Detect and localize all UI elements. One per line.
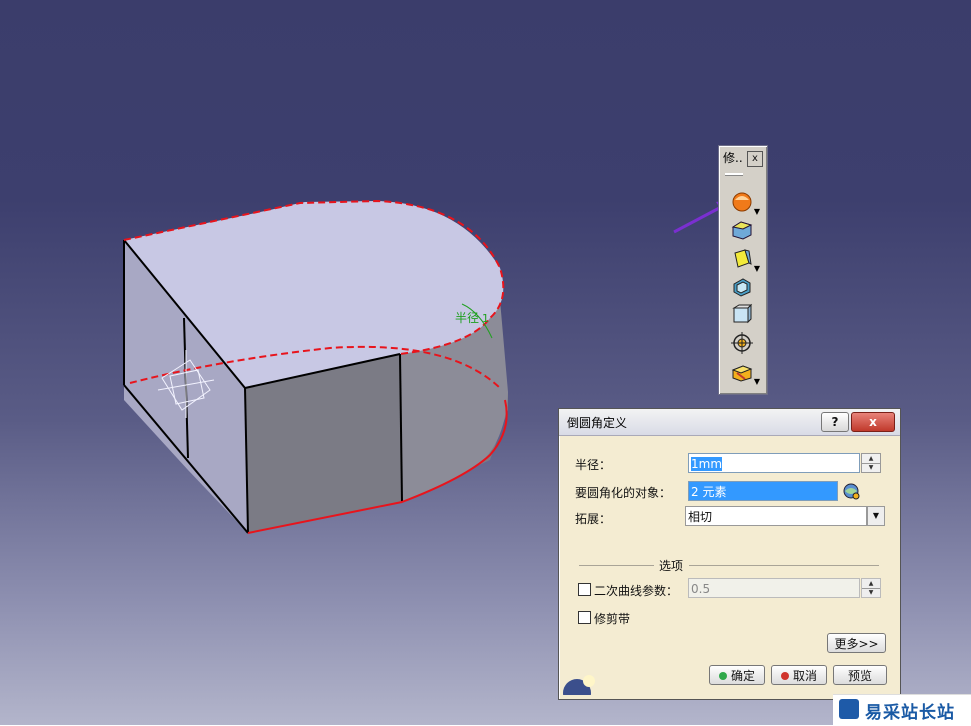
radius-input[interactable]: 1mm [688,453,860,473]
trim-ribbons-checkbox[interactable] [578,611,591,624]
dropdown-arrow-icon: ▼ [753,264,760,273]
shell-button[interactable] [729,274,755,300]
propagation-label: 拓展： [575,512,612,526]
dropdown-arrow-icon: ▼ [753,207,760,216]
thickness-button[interactable] [729,302,755,328]
more-button[interactable]: 更多>> [827,633,886,653]
radius-value: 1mm [691,457,723,471]
close-button[interactable]: x [851,412,895,432]
spin-down-icon[interactable]: ▼ [862,463,880,472]
shell-icon [733,278,751,297]
thread-button[interactable] [729,330,755,356]
objects-label: 要圆角化的对象： [575,486,672,500]
help-button[interactable]: ? [821,412,849,432]
toolbar-title: 修.. [723,151,743,165]
thickness-icon [732,303,753,324]
ok-button-label: 确定 [730,669,755,683]
toolbar-close-button[interactable]: x [747,151,763,167]
dialog-title: 倒圆角定义 [567,416,628,430]
trim-ribbons-label: 修剪带 [594,612,631,626]
radius-annotation: 半径 [455,311,479,325]
cancel-icon [780,672,789,680]
radius-spinner[interactable]: ▲ ▼ [861,453,881,473]
propagation-select[interactable]: 相切 [685,506,867,526]
site-logo-icon [839,699,859,719]
options-divider-right [689,565,879,566]
draft-button[interactable]: ▼ [729,245,760,273]
dropdown-arrow-icon: ▼ [753,377,760,386]
conic-spinner[interactable]: ▲ ▼ [861,578,881,598]
radius-label: 半径： [575,458,612,472]
planet-decoration-icon [563,675,595,695]
draft-icon [734,249,752,268]
edge-selection-button[interactable] [841,481,861,501]
fillet-definition-dialog[interactable]: 倒圆角定义 ? x 半径： 1mm ▲ ▼ 要圆角化的对象： 2 元素 拓展： … [558,408,901,700]
ok-button[interactable]: 确定 [709,665,765,685]
options-divider-left [579,565,654,566]
spin-down-icon[interactable]: ▼ [862,588,880,597]
objects-input[interactable]: 2 元素 [688,481,838,501]
chevron-down-icon[interactable]: ▼ [867,506,885,526]
conic-parameter-input[interactable]: 0.5 [688,578,860,598]
dialog-titlebar[interactable]: 倒圆角定义 ? x [559,409,900,436]
chamfer-button[interactable] [729,217,755,243]
cancel-button[interactable]: 取消 [771,665,827,685]
cancel-button-label: 取消 [792,669,817,683]
conic-parameter-label: 二次曲线参数： [594,584,679,598]
modification-toolbar[interactable]: 修.. x ▼ ▼ ▼ [718,145,768,395]
remove-face-button[interactable]: ▼ [729,358,760,386]
radius-annotation-number: 1 [482,312,489,325]
ok-icon [718,672,727,680]
thread-icon [731,332,753,354]
edge-fillet-icon [732,192,752,212]
selection-globe-icon [843,483,860,500]
chamfer-icon [731,221,753,240]
site-watermark: 易采站长站 [833,694,971,726]
toolbar-grip[interactable] [725,173,743,176]
propagation-value: 相切 [688,510,713,524]
watermark-text: 易采站长站 [865,703,955,723]
conic-parameter-checkbox[interactable] [578,583,591,596]
preview-button[interactable]: 预览 [833,665,887,685]
remove-face-icon [731,365,753,382]
options-heading: 选项 [659,559,684,573]
edge-fillet-button[interactable]: ▼ [729,188,760,216]
